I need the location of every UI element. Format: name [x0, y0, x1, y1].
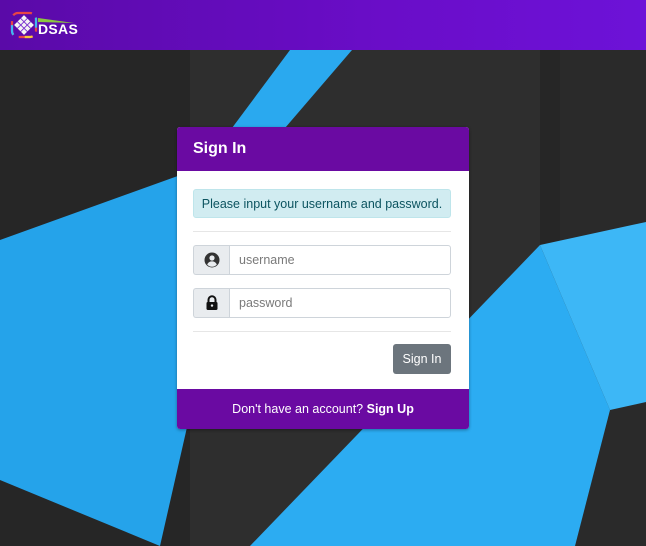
signup-prompt: Don't have an account? — [232, 402, 367, 416]
user-circle-icon — [193, 245, 229, 275]
info-alert: Please input your username and password. — [193, 189, 451, 218]
card-footer: Don't have an account? Sign Up — [177, 389, 469, 429]
page: DSAS Sign In Please input your username … — [0, 0, 646, 546]
card-title: Sign In — [177, 127, 469, 171]
username-input[interactable] — [229, 245, 451, 275]
signup-link[interactable]: Sign Up — [367, 402, 414, 416]
lock-icon — [193, 288, 229, 318]
divider — [193, 331, 451, 332]
signin-button[interactable]: Sign In — [393, 344, 451, 374]
username-input-group — [193, 245, 451, 275]
password-input[interactable] — [229, 288, 451, 318]
password-input-group — [193, 288, 451, 318]
logo-text: DSAS — [38, 21, 79, 37]
signin-card: Sign In Please input your username and p… — [177, 127, 469, 429]
divider — [193, 231, 451, 232]
top-navbar: DSAS — [0, 0, 646, 50]
